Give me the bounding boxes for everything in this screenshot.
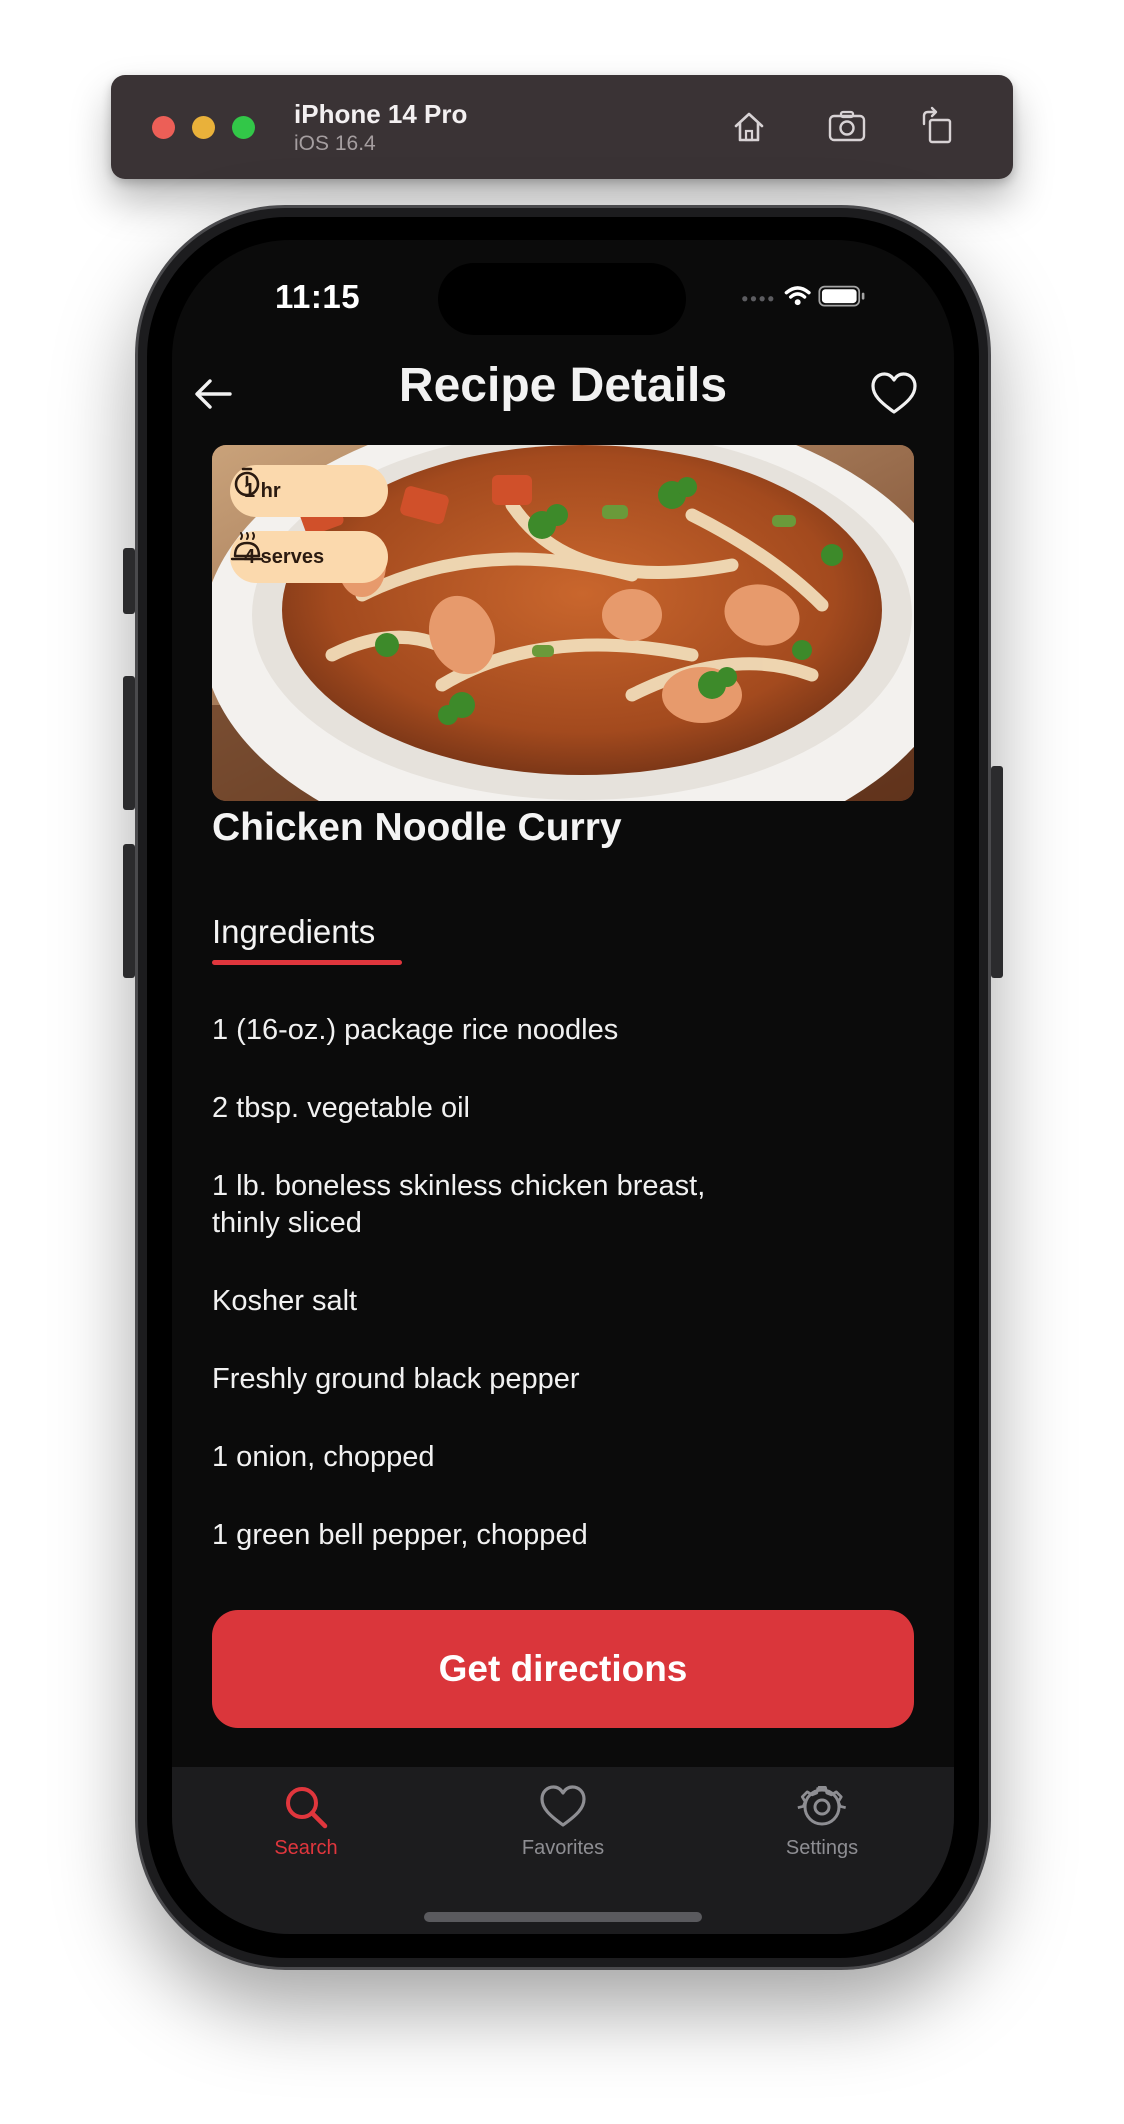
power-button <box>991 766 1003 978</box>
status-icons <box>742 285 865 307</box>
favorite-button[interactable] <box>868 368 920 420</box>
page-title: Recipe Details <box>398 359 728 412</box>
ingredients-heading: Ingredients <box>212 913 376 950</box>
home-icon <box>734 112 764 142</box>
cellular-signal-icon <box>742 296 774 302</box>
screenshot-button[interactable] <box>822 102 872 152</box>
recipe-title: Chicken Noodle Curry <box>212 806 622 849</box>
ingredient-item: 2 tbsp. vegetable oil <box>212 1092 470 1124</box>
minimize-window-button[interactable] <box>192 116 215 139</box>
status-time: 11:15 <box>275 278 361 315</box>
recipe-image: 1 hr 4 serves <box>212 445 914 801</box>
home-button[interactable] <box>724 102 774 152</box>
rotate-button[interactable] <box>913 102 963 152</box>
volume-up-button <box>123 676 135 810</box>
tab-search[interactable]: Search <box>226 1781 386 1881</box>
silent-switch <box>123 548 135 614</box>
ingredient-item: 1 lb. boneless skinless chicken breast, … <box>212 1170 706 1239</box>
tab-settings[interactable]: Settings <box>742 1781 902 1881</box>
ingredient-item: 1 green bell pepper, chopped <box>212 1519 588 1551</box>
tab-bar: Search Favorites Settings <box>172 1767 954 1934</box>
serving-dish-icon <box>230 532 264 561</box>
simulator-toolbar: iPhone 14 Pro iOS 16.4 <box>111 75 1013 179</box>
search-icon <box>286 1787 328 1829</box>
rotate-icon <box>922 106 952 144</box>
ingredients-underline <box>212 960 402 965</box>
screenshot-icon <box>828 110 866 142</box>
app-screen: 11:15 Recipe Details 1 hr 4 serves Chick… <box>172 240 954 1934</box>
ingredient-item: 1 onion, chopped <box>212 1441 435 1473</box>
wifi-icon <box>784 286 811 306</box>
volume-down-button <box>123 844 135 978</box>
os-version: iOS 16.4 <box>294 132 376 155</box>
ingredient-item: 1 (16-oz.) package rice noodles <box>212 1014 619 1046</box>
cook-time-chip: 1 hr <box>230 465 388 517</box>
get-directions-button[interactable]: Get directions <box>212 1610 914 1728</box>
tab-settings-label: Settings <box>785 1837 859 1859</box>
servings-chip: 4 serves <box>230 531 388 583</box>
tab-search-label: Search <box>274 1837 338 1859</box>
gear-icon <box>797 1786 847 1826</box>
home-indicator <box>424 1912 702 1922</box>
ingredient-item: Freshly ground black pepper <box>212 1363 580 1395</box>
tab-favorites[interactable]: Favorites <box>483 1781 643 1881</box>
device-name: iPhone 14 Pro <box>294 99 468 129</box>
ingredient-item: Kosher salt <box>212 1285 358 1317</box>
tab-favorites-label: Favorites <box>521 1837 605 1859</box>
heart-icon <box>540 1785 586 1827</box>
close-window-button[interactable] <box>152 116 175 139</box>
zoom-window-button[interactable] <box>232 116 255 139</box>
ingredients-list: 1 (16-oz.) package rice noodles 2 tbsp. … <box>212 1012 772 1595</box>
stopwatch-icon <box>234 467 260 497</box>
dynamic-island <box>438 263 686 335</box>
heart-icon <box>871 372 917 414</box>
battery-icon <box>818 285 865 307</box>
